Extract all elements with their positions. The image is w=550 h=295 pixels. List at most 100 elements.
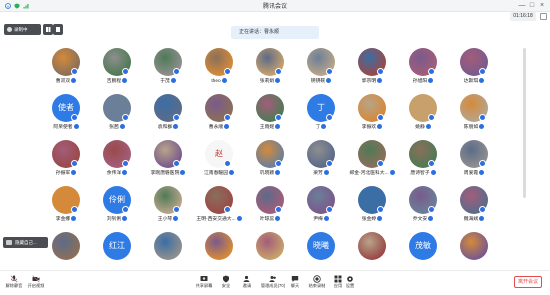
participant-tile[interactable]: 达斯琪 [448, 48, 500, 94]
leave-meeting-button[interactable]: 离开会议 [514, 276, 542, 288]
participant-tile[interactable]: 张茜 [91, 94, 143, 140]
mic-muted-icon [275, 124, 281, 129]
participant-name: 达斯琪 [448, 78, 500, 86]
participant-tile[interactable]: 王小琴 [142, 186, 194, 232]
share-screen-label: 共享屏幕 [195, 283, 213, 288]
mic-status-icon [377, 160, 384, 167]
maximize-button[interactable]: □ [528, 1, 536, 11]
participant-name: 王明-西安交通大... [193, 216, 245, 224]
participant-name: 张莉娟 [244, 78, 296, 86]
unmute-button[interactable]: 解除静音 [2, 275, 26, 295]
participant-name-text: 江南春暖园 [204, 171, 228, 176]
participant-tile[interactable]: 尹梅 [295, 186, 347, 232]
participant-name-text: 阿呆使者 [53, 125, 73, 130]
participant-tile[interactable]: 姚静 [397, 94, 449, 140]
add-user-icon [243, 275, 250, 282]
mic-muted-icon [377, 216, 383, 221]
participant-tile[interactable]: 张莉娟 [244, 48, 296, 94]
close-button[interactable]: × [538, 1, 546, 11]
participant-tile[interactable]: 于茂 [142, 48, 194, 94]
participant-tile[interactable]: 孙旭阳 [397, 48, 449, 94]
participant-tile[interactable]: 孙振军 [40, 140, 92, 186]
participant-name-text: 孙振军 [55, 171, 71, 176]
mic-status-icon [479, 160, 486, 167]
participant-tile[interactable]: 曹双双 [40, 48, 92, 94]
mic-muted-icon [122, 170, 128, 175]
participant-name-text: 李金娜 [55, 217, 71, 222]
mic-status-icon [71, 206, 78, 213]
title-bar: 腾讯会议 — □ × [0, 0, 550, 12]
participant-tile[interactable]: 赵江南春暖园 [193, 140, 245, 186]
participant-name-text: 巩晓颖 [259, 171, 275, 176]
mic-status-icon [275, 68, 282, 75]
mic-muted-icon [479, 124, 485, 129]
members-icon [269, 276, 276, 282]
share-screen-button[interactable]: 共享屏幕 [192, 275, 216, 295]
participant-tile[interactable]: 王雨妮 [244, 94, 296, 140]
participant-name-text: 王小琴 [157, 217, 173, 222]
participant-name: 丁 [295, 124, 347, 132]
participant-name: 钥钥碗 [295, 78, 347, 86]
participant-name: 袁和群 [142, 124, 194, 132]
mic-status-icon [173, 114, 180, 121]
participant-name-text: 袁和群 [157, 125, 173, 130]
participant-tile[interactable]: 巩晓颖 [244, 140, 296, 186]
participant-tile[interactable]: 李振欢 [346, 94, 398, 140]
participant-tile[interactable]: 郑金-河北医科大... [346, 140, 398, 186]
mic-status-icon [224, 160, 231, 167]
layout-icon[interactable] [540, 13, 547, 20]
recording-indicator[interactable]: 录制中 [4, 24, 41, 35]
participant-tile[interactable]: 李金娜 [40, 186, 92, 232]
self-view-toggle[interactable]: 隐藏自己... [3, 237, 48, 248]
participant-tile[interactable]: 唐诗智子 [397, 140, 449, 186]
participant-tile[interactable]: 周爱霞 [448, 140, 500, 186]
participant-tile[interactable]: 陈丽如 [448, 94, 500, 140]
chat-button[interactable]: 聊天 [283, 275, 307, 295]
mic-muted-icon [479, 170, 485, 175]
participant-tile[interactable]: 钥钥碗 [295, 48, 347, 94]
participant-tile[interactable]: 吉鹏程 [91, 48, 143, 94]
record-icon [7, 27, 12, 32]
participant-tile[interactable]: 梁芳 [295, 140, 347, 186]
participant-name-text: 孙旭阳 [412, 79, 428, 84]
participant-tile[interactable]: 魏海斌 [448, 186, 500, 232]
minimize-button[interactable]: — [518, 1, 526, 11]
invite-button[interactable]: 邀请 [235, 275, 259, 295]
participant-name: 刘钊俐 [91, 216, 143, 224]
participant-name-text: 梁芳 [313, 171, 323, 176]
participant-name: 郭宗明 [346, 78, 398, 86]
start-video-button[interactable]: 开启视频 [24, 275, 48, 295]
settings-button[interactable]: 设置 [338, 275, 362, 295]
mic-muted-icon [275, 170, 281, 175]
participant-tile[interactable]: 李刚唐磐医院 [142, 140, 194, 186]
avatar: 晓曦 [307, 232, 335, 260]
mic-muted-icon [377, 78, 383, 83]
participant-tile[interactable]: 余伟洋 [91, 140, 143, 186]
participant-name-text: 王雨妮 [259, 125, 275, 130]
participant-tile[interactable]: 使者 阿呆使者 [40, 94, 92, 140]
participant-tile[interactable]: 伶俐 刘钊俐 [91, 186, 143, 232]
mic-status-icon [428, 68, 435, 75]
participant-name: 周爱霞 [448, 170, 500, 178]
pause-recording-button[interactable] [43, 24, 53, 35]
participant-name: 曹永顺 [193, 124, 245, 132]
gear-icon [347, 276, 353, 282]
participant-tile[interactable]: 袁和群 [142, 94, 194, 140]
mic-status-icon [479, 114, 486, 121]
stop-recording-button[interactable] [53, 24, 63, 35]
mic-status-icon [377, 68, 384, 75]
participant-tile[interactable]: 丁丁 [295, 94, 347, 140]
share-screen-icon [200, 276, 208, 281]
participant-tile[interactable]: 郭宗明 [346, 48, 398, 94]
participant-tile[interactable]: 张金婷 [346, 186, 398, 232]
start-video-label: 开启视频 [27, 283, 45, 288]
participant-tile[interactable]: theo [193, 48, 245, 94]
mic-muted-icon [180, 170, 186, 175]
record-icon [313, 275, 321, 283]
grid-scrollbar[interactable] [523, 48, 526, 198]
participant-tile[interactable]: 王明-西安交通大... [193, 186, 245, 232]
participant-tile[interactable]: 叶琼蕊 [244, 186, 296, 232]
participant-tile[interactable]: 乔文安 [397, 186, 449, 232]
participant-name-text: 唐诗智子 [410, 171, 430, 176]
participant-tile[interactable]: 曹永顺 [193, 94, 245, 140]
